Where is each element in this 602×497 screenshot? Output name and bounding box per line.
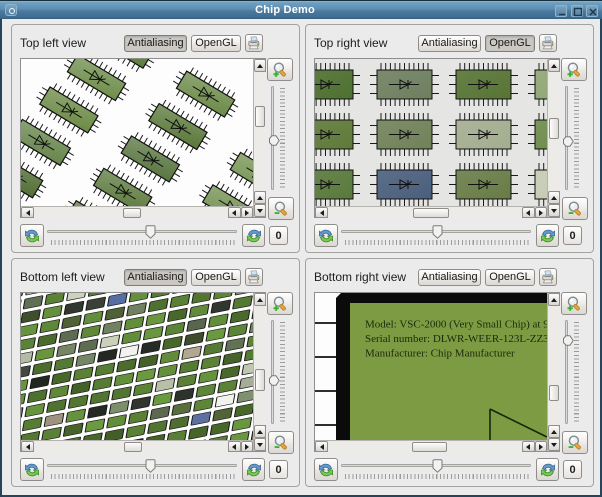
svg-text:Serial number: DLWR-WEER-123L-: Serial number: DLWR-WEER-123L-ZZ330-SDSJ (365, 333, 547, 345)
svg-text:Manufacturer: Chip Manufacture: Manufacturer: Chip Manufacturer (365, 348, 515, 360)
svg-text:Model: VSC-2000 (Very Small Ch: Model: VSC-2000 (Very Small Chip) at 9x1… (365, 319, 547, 331)
